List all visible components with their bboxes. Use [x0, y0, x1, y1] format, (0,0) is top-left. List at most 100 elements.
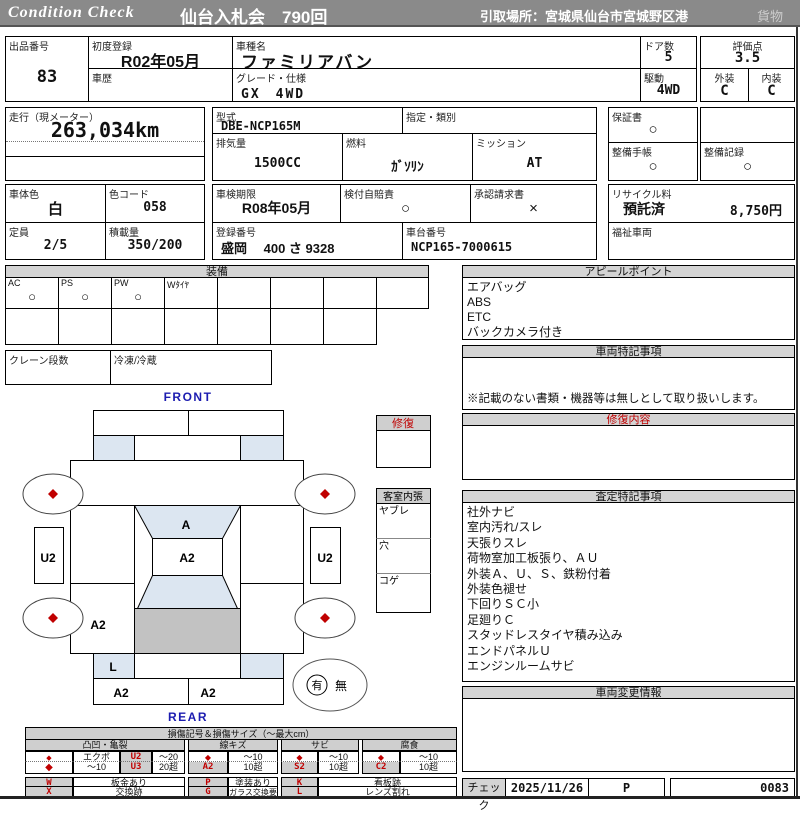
legend-cell: 〜20 [152, 751, 185, 762]
appeal-body: エアバッグ ABS ETC バックカメラ付き [462, 278, 795, 340]
equip-cell-empty [270, 308, 324, 345]
legend-group-scratch: 線キズ [188, 739, 278, 751]
field-reg-number: 登録番号 盛岡 400 さ 9328 [212, 222, 403, 260]
field-value: 1500CC [254, 156, 301, 171]
assessment-item: エンドパネルＵ [467, 643, 552, 658]
legend-mark-label: 板金あり [73, 777, 185, 787]
check-code: P [622, 781, 631, 795]
circle-mark: ○ [400, 200, 411, 217]
field-recycle: リサイクル料 預託済 8,750円 [608, 184, 795, 223]
equip-cell-pw: PW ○ [111, 277, 165, 309]
equip-cell-empty [323, 308, 377, 345]
field-label: 燃料 [346, 139, 366, 150]
field-grade: グレード・仕様 GX 4WD [232, 68, 641, 102]
circle-mark: ○ [648, 121, 658, 138]
cargo-tag: 貨物 [757, 9, 784, 24]
diamond-icon: ◆ [296, 753, 303, 762]
field-label: 指定・類別 [406, 113, 456, 124]
legend-mark-code: K [281, 777, 318, 787]
hood [134, 435, 241, 461]
field-designation: 指定・類別 [402, 107, 597, 134]
front-fender-right [240, 435, 284, 461]
legend-group-rust: サビ [281, 739, 359, 751]
field-value: DBE-NCP165M [221, 119, 301, 133]
legend-group-dent: 凸凹・亀裂 [25, 739, 185, 751]
panel-code: A2 [113, 686, 129, 700]
cabin-row-label: ヤブレ [379, 504, 409, 517]
field-cooler: 冷凍/冷蔵 [110, 350, 272, 385]
field-value: 盛岡 400 さ 9328 [221, 241, 335, 256]
equip-cell-empty [376, 277, 429, 309]
field-model-name: 車種名 ファミリアバン [232, 36, 641, 72]
legend-cell: 〜10 [400, 751, 457, 762]
field-color-code: 色コード 058 [105, 184, 205, 223]
check-date: 2025/11/26 [510, 781, 584, 795]
field-warranty: 保証書 ○ [608, 107, 698, 143]
spare-tire-ellipse [292, 658, 368, 712]
assessment-item: スタッドレスタイヤ積み込み [467, 628, 623, 643]
legend-cell: S2 [281, 762, 318, 774]
rear-center [134, 653, 241, 679]
spare-yes: 有 [312, 678, 323, 692]
spare-no: 無 [335, 678, 347, 693]
header-bar: Condition Check 仙台入札会 790回 引取場所：宮城県仙台市宮城… [0, 0, 800, 27]
equip-cell-ac: AC ○ [5, 277, 59, 309]
field-blank [700, 107, 795, 143]
odometer-value: 263,034km [50, 118, 160, 142]
field-label: 登録番号 [216, 228, 256, 239]
panel-code: U2 [317, 551, 333, 565]
rear-window [136, 575, 239, 609]
legend-cell: 〜10 [228, 751, 278, 762]
field-label: 冷凍/冷蔵 [114, 356, 157, 367]
rear-label: REAR [168, 710, 208, 724]
cabin-title: 客室内張 [383, 490, 423, 503]
cargo-area [134, 608, 241, 654]
cabin-body [376, 503, 431, 613]
field-welfare: 福祉車両 [608, 222, 795, 260]
field-label: 福祉車両 [612, 228, 652, 239]
equip-label: PS [61, 278, 74, 288]
diamond-icon: ◆ [362, 751, 400, 762]
assessment-item: 外装色褪せ [467, 582, 528, 597]
check-label-cell: チェック [462, 778, 506, 812]
field-value: C [767, 83, 776, 99]
field-mileage: 走行（現メーター） 263,034km [5, 107, 205, 181]
field-mission: ミッション AT [472, 133, 597, 181]
changes-body [462, 699, 795, 772]
circle-mark: ○ [81, 289, 89, 304]
vehicle-notes-body: ※記載のない書類・機器等は無しとして取り扱いします。 [462, 358, 795, 410]
equip-cell-empty [217, 308, 271, 345]
field-insurance: 検付自賠責 ○ [340, 184, 471, 223]
field-value: GX 4WD [241, 87, 306, 102]
panel-code: A2 [179, 551, 195, 565]
field-label: 承認請求書 [474, 190, 524, 201]
pickup-location: 引取場所：宮城県仙台市宮城野区港 [480, 9, 689, 24]
appeal-item: ABS [467, 295, 492, 309]
field-value: 4WD [656, 83, 681, 98]
appeal-item: エアバッグ [467, 280, 527, 294]
legend-mark-code: P [188, 777, 228, 787]
field-value: NCP165-7000615 [411, 240, 513, 254]
brand-logo: Condition Check [8, 4, 135, 21]
assessment-item: 荷物室加工板張り、ＡＵ [467, 551, 599, 566]
legend-cell: U2 [120, 751, 152, 762]
field-label: 車歴 [92, 74, 112, 85]
equip-cell-ps: PS ○ [58, 277, 112, 309]
repair-mini-title: 修復 [392, 416, 414, 430]
legend-mark-code: W [25, 777, 73, 787]
check-number-cell: 0083 [670, 778, 795, 797]
field-maintenance-book: 整備手帳 ○ [608, 142, 698, 181]
equip-cell-empty [323, 277, 377, 309]
assessment-item: 社外ナビ [467, 505, 516, 519]
field-value: 2/5 [43, 238, 68, 253]
equip-cell-wtire: Wﾀｲﾔ [164, 277, 218, 309]
field-value: ｶﾞｿﾘﾝ [391, 159, 424, 174]
changes-header: 車両変更情報 [462, 686, 795, 699]
diamond-icon: ◆ [45, 762, 53, 773]
appeal-item: ETC [467, 310, 491, 324]
diamond-icon: ◆ [204, 753, 212, 762]
field-fuel: 燃料 ｶﾞｿﾘﾝ [342, 133, 473, 181]
check-code-cell: P [588, 778, 665, 797]
legend-cell: C2 [362, 762, 400, 774]
field-label: 色コード [109, 190, 149, 201]
